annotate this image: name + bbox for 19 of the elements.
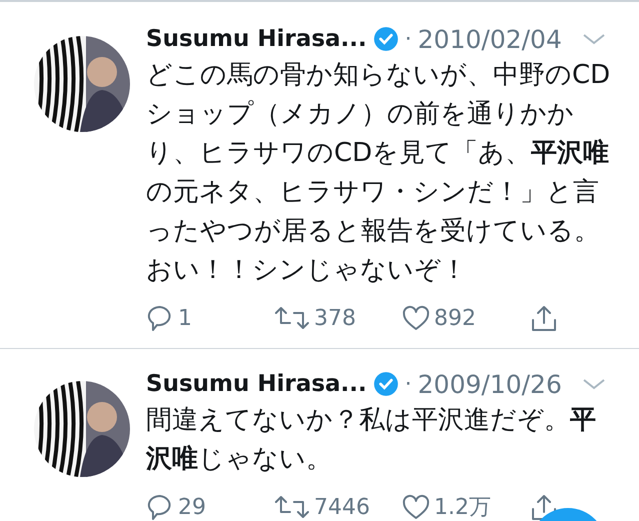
heart-icon[interactable]	[402, 493, 430, 521]
reply-count: 1	[178, 306, 192, 330]
separator-dot: ·	[404, 26, 412, 52]
author-name[interactable]: Susumu Hirasa...	[146, 26, 367, 52]
heart-icon[interactable]	[402, 304, 430, 332]
author-name[interactable]: Susumu Hirasa...	[146, 371, 367, 397]
tweet-date[interactable]: 2009/10/26	[418, 370, 562, 398]
separator-dot: ·	[404, 372, 412, 396]
tweet-text: 間違えてないか？私は平沢進だぞ。平沢唯じゃない。	[146, 404, 597, 476]
retweet-icon[interactable]	[274, 493, 310, 521]
like-count: 892	[434, 306, 476, 330]
like-count: 1.2万	[434, 494, 491, 521]
tweet-date[interactable]: 2010/02/04	[418, 24, 562, 54]
reply-count: 29	[178, 494, 206, 520]
retweet-count: 378	[314, 306, 356, 330]
share-icon[interactable]	[530, 304, 558, 332]
tweet-text: どこの馬の骨か知らないが、中野のCDショップ（メカノ）の前を通りかかり、ヒラサワのCDを見て「あ、平沢唯の元ネタ、ヒラサワ・シンだ！」と言ったやつが居ると報告を受けている。おい！！シンじゃないぞ！	[146, 59, 612, 287]
retweet-count: 7446	[314, 494, 370, 520]
retweet-icon[interactable]	[274, 304, 310, 332]
